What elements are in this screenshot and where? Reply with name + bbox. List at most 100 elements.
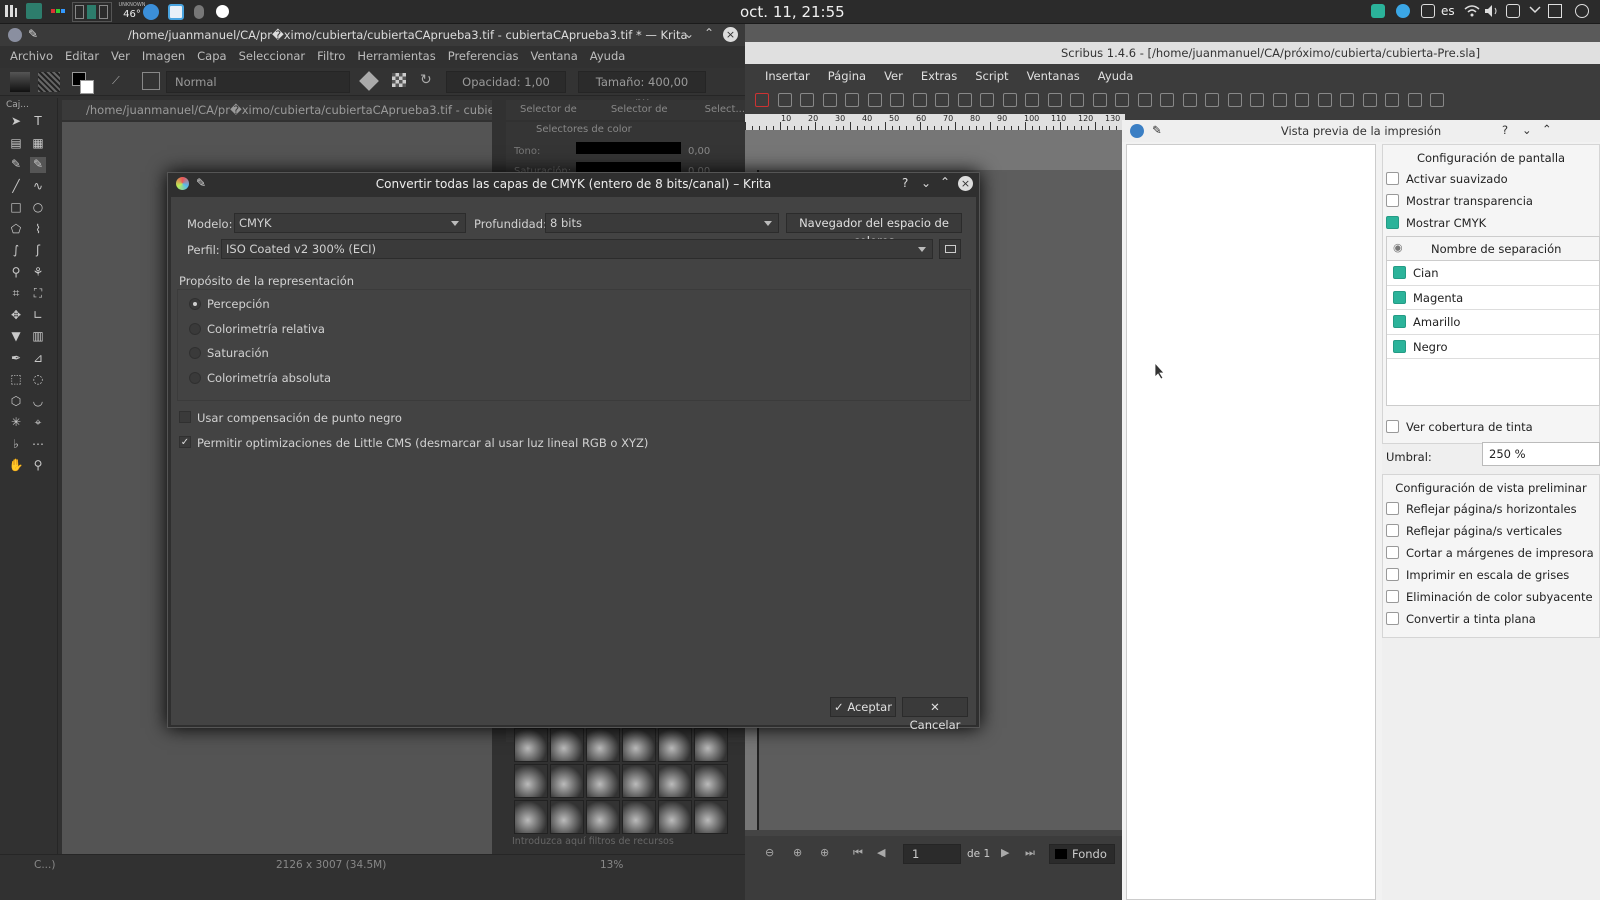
zoom-icon[interactable]: ⊕ <box>793 846 802 859</box>
brush-preset-thumb[interactable] <box>622 764 656 798</box>
freehand-select-tool-icon[interactable]: ◡ <box>30 394 46 410</box>
bezier-icon[interactable] <box>1070 93 1084 107</box>
menu-item[interactable]: Preferencias <box>448 49 519 63</box>
brush-preset-thumb[interactable] <box>622 728 656 762</box>
blend-mode-select[interactable]: Normal <box>166 71 350 93</box>
menu-item[interactable]: Editar <box>65 49 99 63</box>
menu-item[interactable]: Imagen <box>142 49 185 63</box>
polygon-icon[interactable] <box>1025 93 1039 107</box>
desktop-pager-icon[interactable] <box>26 3 42 19</box>
magnetic-select-tool-icon[interactable]: ⋯ <box>30 437 46 453</box>
bezier-select-tool-icon[interactable]: ♭ <box>8 437 24 453</box>
brush-tool-icon[interactable]: ✎ <box>30 157 46 173</box>
brush-preset-thumb[interactable] <box>658 800 692 834</box>
intent-option[interactable]: Saturación <box>187 344 487 362</box>
volume-icon[interactable] <box>1484 4 1500 18</box>
gradient-tool-icon[interactable]: ▥ <box>30 329 46 345</box>
intent-option[interactable]: Colorimetría absoluta <box>187 369 487 387</box>
select-icon[interactable] <box>890 93 904 107</box>
brush-preset-thumb[interactable] <box>586 728 620 762</box>
intent-radio[interactable] <box>189 322 201 335</box>
tone-value[interactable]: 0,00 <box>688 146 710 157</box>
menu-item[interactable]: Ventanas <box>1027 69 1080 83</box>
preview-option[interactable]: Cortar a márgenes de impresora <box>1386 544 1600 562</box>
dock-tab[interactable]: Selector de co... <box>520 100 601 135</box>
fill-tool-icon[interactable]: ▼ <box>8 329 24 345</box>
brush-preset-thumb[interactable] <box>694 800 728 834</box>
ellipse-tool-icon[interactable]: ○ <box>30 200 46 216</box>
combo-icon[interactable] <box>1362 93 1377 107</box>
drop-icon[interactable] <box>194 5 204 19</box>
minimize-icon[interactable]: ⌄ <box>684 27 694 41</box>
preview-option[interactable]: Imprimir en escala de grises <box>1386 566 1600 584</box>
preview-titlebar[interactable]: ✎ Vista previa de la impresión ? ⌄ ⌃ <box>1122 120 1600 142</box>
freehand-tool-icon[interactable]: ∿ <box>30 179 46 195</box>
transparency-checkbox[interactable] <box>1386 194 1399 207</box>
model-select[interactable]: CMYK <box>234 213 466 233</box>
pdf-icon[interactable] <box>755 93 769 107</box>
menu-item[interactable]: Ver <box>111 49 130 63</box>
menu-item[interactable]: Ayuda <box>590 49 626 63</box>
calligraphy-tool-icon[interactable]: ✎ <box>8 157 24 173</box>
eyedropper-icon[interactable] <box>1272 93 1287 107</box>
black-point-checkbox[interactable] <box>179 411 191 423</box>
clock[interactable]: oct. 11, 21:55 <box>740 3 845 21</box>
menu-item[interactable]: Script <box>975 69 1008 83</box>
tray-sync-icon[interactable] <box>1396 4 1410 18</box>
menu-item[interactable]: Capa <box>197 49 226 63</box>
text-field-icon[interactable] <box>1385 93 1399 107</box>
browser-icon[interactable] <box>143 4 159 20</box>
transform-tool-icon[interactable]: ⛶ <box>30 286 46 302</box>
pin-icon[interactable]: ✎ <box>196 176 206 190</box>
unlink-frames-icon[interactable] <box>1205 93 1219 107</box>
krita-titlebar[interactable]: ✎ /home/juanmanuel/CA/pr�ximo/cubierta/c… <box>0 24 745 46</box>
zoom-in-icon[interactable]: ⊕ <box>820 846 829 859</box>
separation-checkbox[interactable] <box>1393 339 1406 353</box>
show-cmyk-checkbox[interactable] <box>1386 216 1399 229</box>
preview-option[interactable]: Reflejar página/s verticales <box>1386 522 1600 540</box>
task-manager-icon[interactable] <box>50 4 66 18</box>
preview-option-checkbox[interactable] <box>1386 502 1399 515</box>
separation-row[interactable]: Amarillo <box>1387 310 1599 335</box>
color-picker-tool-icon[interactable]: ✒ <box>8 351 24 367</box>
prev-page-icon[interactable]: ◀ <box>877 846 885 859</box>
antialias-option[interactable]: Activar suavizado <box>1386 170 1600 188</box>
black-point-option[interactable]: Usar compensación de punto negro <box>179 409 679 427</box>
zoom-level[interactable]: 13% <box>600 859 623 871</box>
text-tool-icon[interactable]: T <box>30 114 46 130</box>
crop-tool-icon[interactable]: ⌗ <box>8 286 24 302</box>
power-icon[interactable] <box>1575 4 1589 18</box>
dynamic-brush-tool-icon[interactable]: ⚲ <box>8 265 24 281</box>
color-swap-icon[interactable] <box>72 72 96 94</box>
brush-preset-thumb[interactable] <box>622 800 656 834</box>
contiguous-select-tool-icon[interactable]: ✳ <box>8 415 24 431</box>
app-menu-icon[interactable] <box>4 4 18 18</box>
line-icon[interactable] <box>1047 93 1062 107</box>
select-shapes-tool-icon[interactable]: ➤ <box>8 114 24 130</box>
close-icon[interactable]: × <box>723 27 738 42</box>
redo-icon[interactable] <box>800 93 814 107</box>
bezier-tool-icon[interactable]: ∫ <box>8 243 24 259</box>
preview-option-checkbox[interactable] <box>1386 590 1399 603</box>
assistant-tool-icon[interactable]: ⊿ <box>30 351 46 367</box>
profile-select[interactable]: ISO Coated v2 300% (ECI) <box>221 239 933 259</box>
color-space-browser-button[interactable]: Navegador del espacio de colores <box>786 213 962 248</box>
lcms-checkbox[interactable]: ✓ <box>179 436 191 448</box>
rect-select-tool-icon[interactable]: ⬚ <box>8 372 24 388</box>
preview-option-checkbox[interactable] <box>1386 612 1399 625</box>
next-page-icon[interactable]: ▶ <box>1001 846 1009 859</box>
intent-radio[interactable] <box>189 298 201 310</box>
brush-preset-icon[interactable]: ⟋ <box>112 74 120 88</box>
shape-icon[interactable] <box>1002 93 1017 107</box>
measure-icon[interactable] <box>1227 93 1242 107</box>
copy-icon[interactable] <box>845 93 859 107</box>
ink-coverage-checkbox[interactable] <box>1386 420 1399 433</box>
pin-icon[interactable]: ✎ <box>28 27 38 41</box>
lcms-option[interactable]: ✓ Permitir optimizaciones de Little CMS … <box>179 434 779 452</box>
separation-row[interactable]: Negro <box>1387 335 1599 359</box>
menu-item[interactable]: Extras <box>921 69 957 83</box>
ok-button[interactable]: ✓ Aceptar <box>830 697 896 717</box>
first-page-icon[interactable]: ⏮ <box>853 846 863 860</box>
menu-item[interactable]: Página <box>828 69 866 83</box>
brush-preset-thumb[interactable] <box>550 728 584 762</box>
